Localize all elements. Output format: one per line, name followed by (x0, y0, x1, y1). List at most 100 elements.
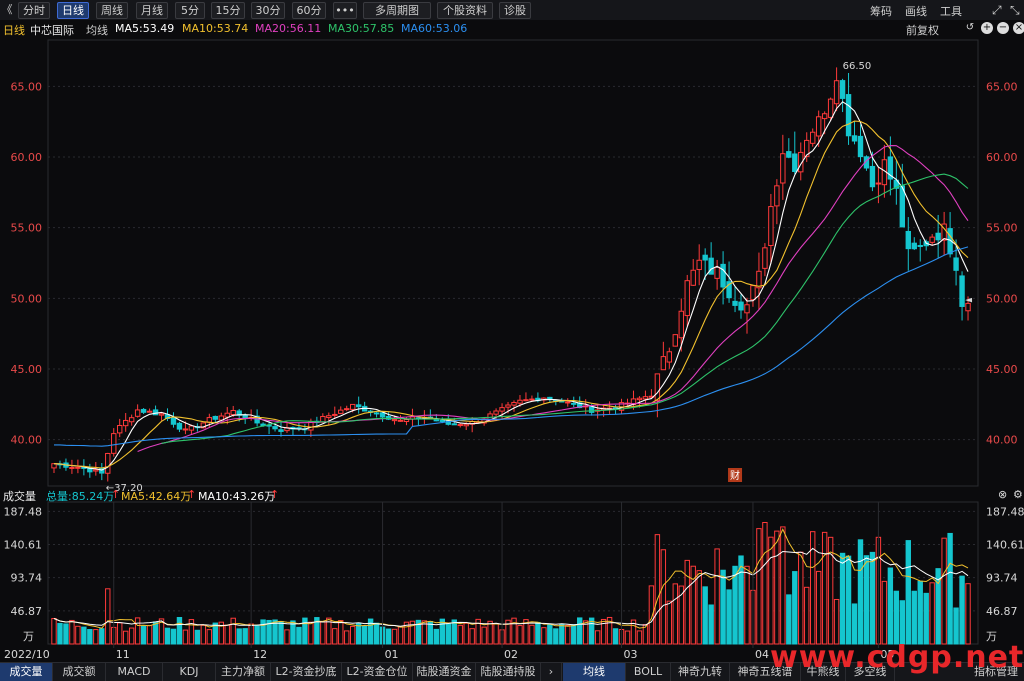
draw-button[interactable]: 画线 (905, 3, 927, 19)
tab-boll[interactable]: BOLL (626, 663, 671, 681)
ma5-value: MA5:53.49 (115, 22, 175, 35)
more-periods-button[interactable]: ••• (333, 2, 357, 19)
volume-bar (804, 586, 810, 645)
volume-bar (457, 624, 463, 645)
kline-chart[interactable]: 65.00 65.00 60.00 60.00 55.00 55.00 50.00 50.00… (0, 36, 1024, 662)
price-tick-right: 55.00 (986, 222, 1018, 235)
volume-bar (511, 617, 517, 645)
volume-bar (756, 528, 762, 645)
candle-body (714, 266, 720, 279)
tab-macd[interactable]: MACD (106, 663, 163, 681)
candle-body (815, 116, 822, 137)
tab-5min[interactable]: 5分 (175, 2, 205, 19)
multi-period-dropdown[interactable]: 多周期图 (363, 2, 431, 19)
volume-bar (577, 617, 583, 645)
volume-bar (594, 630, 601, 645)
volume-bar (923, 592, 929, 645)
price-tick-left: 60.00 (11, 151, 43, 164)
candle-body (338, 409, 344, 414)
volume-bar (929, 582, 935, 645)
volume-bar (571, 624, 577, 645)
candle-body (117, 425, 123, 434)
tab-l2-position[interactable]: L2-资金仓位 (342, 663, 413, 681)
candle-body (373, 412, 380, 415)
financial-badge-label: 财 (730, 469, 740, 482)
volume-bar (164, 627, 171, 645)
close-icon[interactable]: × (1013, 22, 1024, 34)
expand-icon[interactable]: ⤢ (992, 3, 1002, 18)
collapse-icon[interactable]: ⤡ (1010, 3, 1020, 18)
tab-60min[interactable]: 60分 (292, 2, 326, 19)
candle-body (571, 402, 577, 405)
zoom-out-icon[interactable]: − (997, 22, 1009, 34)
volume-bar (224, 624, 230, 645)
volume-bar (833, 598, 840, 645)
x-tick-label: 03 (624, 648, 638, 661)
volume-tick-right: 93.74 (986, 572, 1018, 585)
x-tick-label: 02 (504, 648, 518, 661)
volume-bar (332, 628, 338, 645)
price-tick-left: 55.00 (11, 222, 43, 235)
zoom-in-icon[interactable]: + (981, 22, 993, 34)
volume-bar (547, 624, 553, 645)
volume-bar (254, 624, 260, 645)
candle-body (750, 285, 756, 301)
tab-ma[interactable]: 均线 (563, 663, 626, 681)
volume-bar (308, 621, 314, 645)
undo-icon[interactable]: ↺ (964, 22, 976, 34)
candle-body (845, 94, 852, 137)
tools-button[interactable]: 工具 (940, 3, 962, 19)
candle-body (344, 408, 350, 411)
volume-bar (559, 623, 565, 645)
tab-l2-bottom[interactable]: L2-资金抄底 (271, 663, 342, 681)
back-button[interactable]: 《 (1, 2, 13, 17)
volume-tick-right: 187.48 (986, 505, 1024, 518)
chart-area[interactable]: 65.00 65.00 60.00 60.00 55.00 55.00 50.00 50.00… (0, 36, 1024, 665)
volume-ma10-arrow: ↑ (270, 488, 280, 501)
tab-intraday[interactable]: 分时 (18, 2, 50, 19)
tab-main-net[interactable]: 主力净额 (216, 663, 271, 681)
volume-bar (905, 540, 911, 645)
tab-turnover[interactable]: 成交额 (53, 663, 106, 681)
volume-bar (672, 583, 678, 645)
chip-button[interactable]: 筹码 (870, 3, 892, 19)
tab-30min[interactable]: 30分 (251, 2, 285, 19)
candle-body (188, 425, 195, 431)
diagnose-button[interactable]: 诊股 (499, 2, 531, 19)
candle-body (565, 401, 571, 404)
tab-hk-flow[interactable]: 陆股通资金 (413, 663, 476, 681)
scroll-right-icon[interactable]: › (541, 663, 562, 681)
volume-bar (99, 628, 105, 645)
x-tick-label: 04 (755, 648, 769, 661)
volume-close-icon[interactable]: ⊗ (998, 488, 1007, 501)
volume-bar (206, 629, 213, 645)
candle-body (122, 419, 129, 427)
candle-body (875, 182, 882, 185)
x-tick-label: 12 (253, 648, 267, 661)
tab-td9[interactable]: 神奇九转 (671, 663, 730, 681)
tab-weekly[interactable]: 周线 (96, 2, 128, 19)
price-tick-right: 65.00 (986, 80, 1018, 93)
volume-bar (75, 625, 81, 645)
tab-daily[interactable]: 日线 (57, 2, 89, 19)
candle-body (51, 463, 57, 469)
volume-settings-icon[interactable]: ⚙ (1013, 488, 1023, 501)
volume-ma5: MA5:42.64万 (121, 490, 192, 503)
price-tick-right: 40.00 (986, 434, 1018, 447)
candle-body (935, 232, 941, 241)
volume-bar (51, 618, 57, 645)
candle-body (810, 131, 816, 144)
volume-bar (469, 628, 475, 645)
volume-bar (702, 586, 708, 645)
candle-body (391, 419, 398, 422)
volume-bar (624, 630, 631, 645)
stock-profile-button[interactable]: 个股资料 (437, 2, 493, 19)
tab-hk-hold[interactable]: 陆股通持股 (476, 663, 541, 681)
tab-monthly[interactable]: 月线 (136, 2, 168, 19)
tab-15min[interactable]: 15分 (211, 2, 245, 19)
volume-bar (839, 552, 846, 645)
tab-kdj[interactable]: KDJ (163, 663, 216, 681)
volume-bar (714, 548, 720, 645)
tab-volume[interactable]: 成交量 (0, 663, 53, 681)
volume-bar (391, 628, 398, 645)
